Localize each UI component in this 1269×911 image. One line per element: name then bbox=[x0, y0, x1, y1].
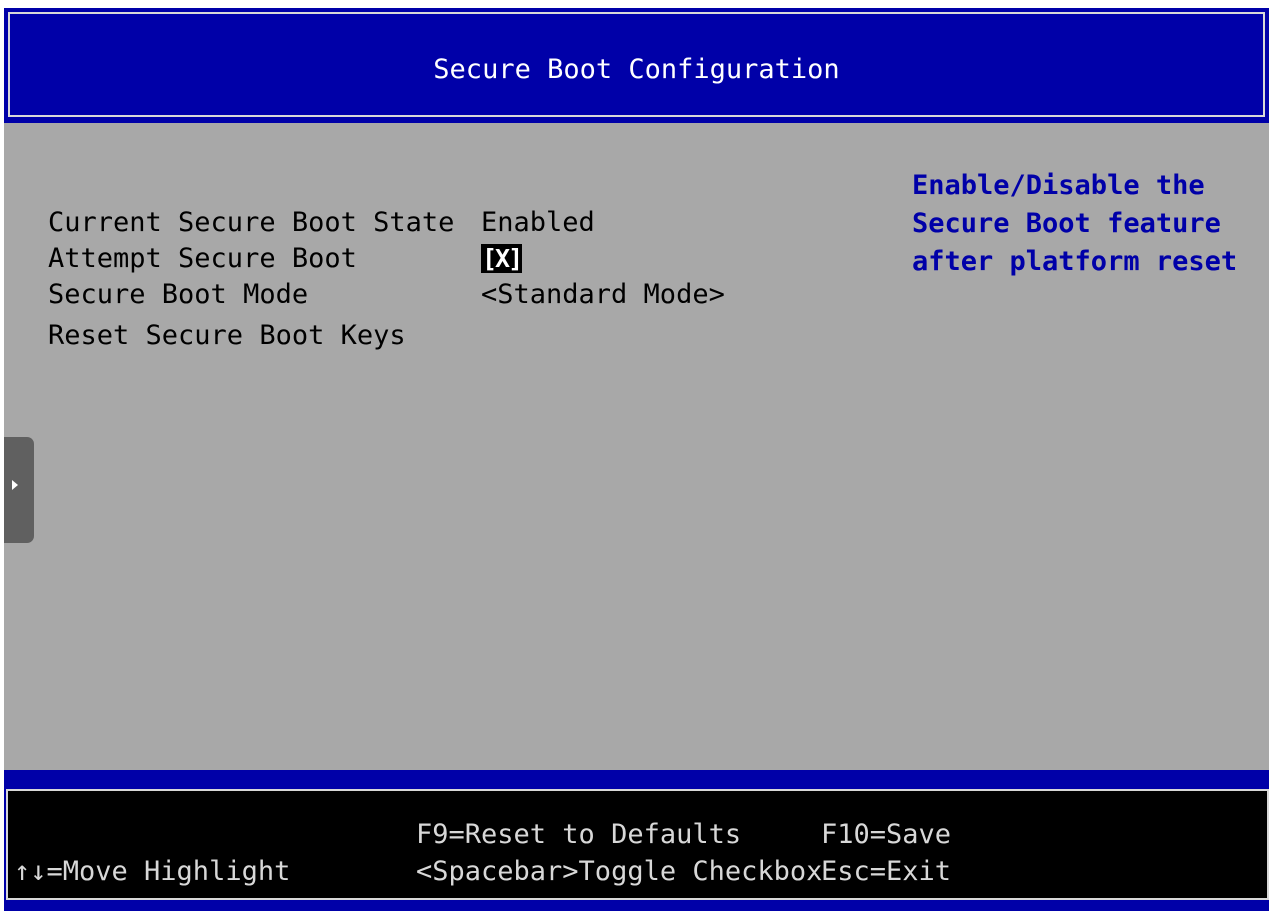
bios-screen: Secure Boot Configuration Current Secure… bbox=[4, 8, 1269, 911]
help-line: Secure Boot feature bbox=[912, 208, 1221, 239]
help-text: Enable/Disable the Secure Boot feature a… bbox=[912, 167, 1257, 281]
setting-label-attempt-secure-boot[interactable]: Attempt Secure Boot bbox=[48, 242, 357, 276]
help-line: after platform reset bbox=[912, 246, 1238, 277]
secure-boot-mode-select[interactable]: <Standard Mode> bbox=[481, 278, 725, 312]
key-hint-reset-defaults: F9=Reset to Defaults bbox=[416, 819, 742, 850]
key-hint-toggle-checkbox: <Spacebar>Toggle Checkbox bbox=[416, 856, 823, 887]
help-line: Enable/Disable the bbox=[912, 170, 1205, 201]
key-hint-save: F10=Save bbox=[821, 819, 952, 850]
key-hint-move-highlight: ↑↓=Move Highlight bbox=[14, 856, 291, 887]
setting-label-secure-boot-mode[interactable]: Secure Boot Mode bbox=[48, 278, 308, 312]
page-title: Secure Boot Configuration bbox=[433, 54, 840, 85]
setting-label-current-secure-boot-state: Current Secure Boot State bbox=[48, 207, 455, 238]
footer-bar: F9=Reset to Defaults F10=Save ↑↓=Move Hi… bbox=[4, 770, 1269, 911]
header-bar: Secure Boot Configuration bbox=[4, 8, 1269, 123]
setting-label-reset-secure-boot-keys[interactable]: Reset Secure Boot Keys bbox=[48, 319, 406, 353]
side-panel-tab[interactable] bbox=[4, 437, 34, 543]
key-hint-exit: Esc=Exit bbox=[821, 856, 952, 887]
checkbox-value[interactable]: [X] bbox=[481, 244, 523, 273]
setting-value-current-secure-boot-state: Enabled bbox=[481, 207, 595, 238]
key-help-panel: F9=Reset to Defaults F10=Save ↑↓=Move Hi… bbox=[6, 789, 1269, 900]
triangle-right-icon bbox=[12, 480, 18, 490]
attempt-secure-boot-checkbox[interactable]: [X] bbox=[481, 242, 523, 276]
settings-panel: Current Secure Boot State Enabled Attemp… bbox=[4, 123, 1269, 770]
